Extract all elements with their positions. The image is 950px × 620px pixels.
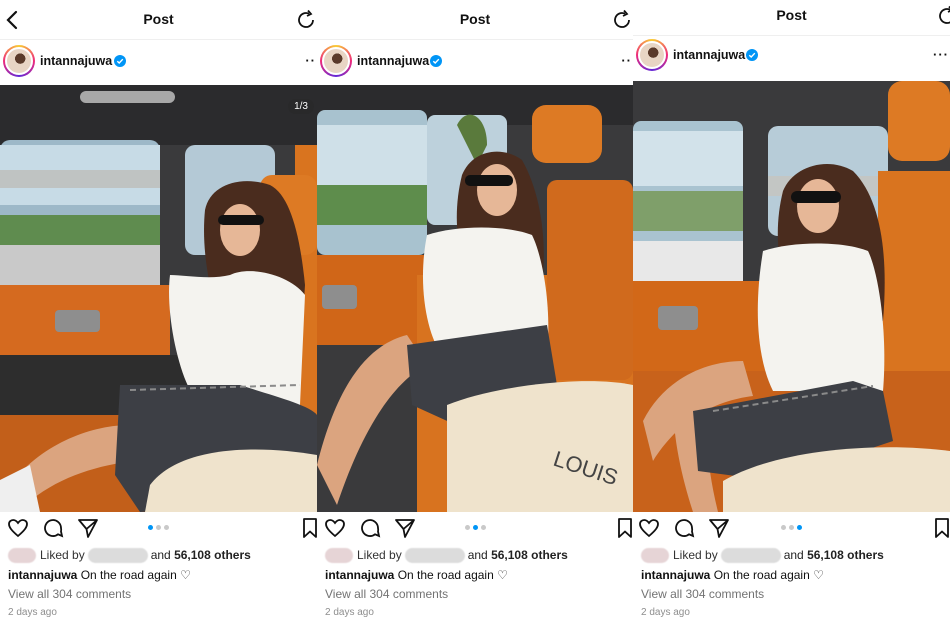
more-icon[interactable]: ·· — [621, 53, 632, 68]
blurred-avatar — [325, 548, 353, 564]
view-comments-link[interactable]: View all 304 comments — [641, 587, 764, 601]
blurred-username — [87, 548, 148, 564]
slide-counter: 1/3 — [288, 99, 314, 114]
avatar[interactable] — [636, 39, 668, 71]
caption: intannajuwa On the road again ♡ — [641, 568, 824, 582]
bookmark-icon[interactable] — [931, 517, 950, 539]
page-title: Post — [776, 7, 807, 23]
post-header: intannajuwa ··· — [633, 36, 950, 80]
carousel-dots — [633, 525, 950, 530]
carousel-dots — [317, 525, 633, 530]
likes-line[interactable]: Liked by and 56,108 others — [641, 548, 884, 564]
verified-icon — [114, 55, 126, 67]
post-panel-1: Post intannajuwa ·· 1/3 Liked by and 56,… — [0, 0, 317, 620]
refresh-icon[interactable] — [936, 5, 950, 27]
blurred-username — [720, 548, 781, 564]
caption: intannajuwa On the road again ♡ — [325, 568, 508, 582]
likes-line[interactable]: Liked by and 56,108 others — [8, 548, 251, 564]
action-bar — [633, 515, 950, 541]
top-bar: Post — [633, 0, 950, 36]
caption: intannajuwa On the road again ♡ — [8, 568, 191, 582]
avatar[interactable] — [320, 45, 352, 77]
more-icon[interactable]: ·· — [305, 53, 316, 68]
action-bar — [317, 515, 633, 541]
bookmark-icon[interactable] — [614, 517, 633, 539]
bookmark-icon[interactable] — [299, 517, 317, 539]
refresh-icon[interactable] — [295, 9, 317, 31]
blurred-avatar — [641, 548, 669, 564]
post-timestamp: 2 days ago — [325, 607, 374, 618]
blurred-username — [404, 548, 465, 564]
verified-icon — [746, 49, 758, 61]
verified-icon — [430, 55, 442, 67]
post-photo[interactable]: 1/3 — [0, 85, 317, 512]
refresh-icon[interactable] — [611, 9, 633, 31]
post-panel-2: Post intannajuwa ·· LOUIS Liked by and 5… — [317, 0, 633, 620]
post-panel-3: Post intannajuwa ··· Liked by and 56,108… — [633, 0, 950, 620]
post-header: intannajuwa ·· — [0, 40, 317, 84]
post-photo[interactable]: LOUIS — [317, 85, 633, 512]
page-title: Post — [459, 11, 491, 27]
view-comments-link[interactable]: View all 304 comments — [325, 587, 448, 601]
more-icon[interactable]: ··· — [933, 47, 949, 62]
top-bar: Post — [317, 0, 633, 40]
post-header: intannajuwa ·· — [317, 40, 633, 84]
post-timestamp: 2 days ago — [641, 607, 690, 618]
page-title: Post — [143, 11, 174, 27]
username-link[interactable]: intannajuwa — [40, 54, 112, 68]
username-link[interactable]: intannajuwa — [673, 48, 745, 62]
likes-line[interactable]: Liked by and 56,108 others — [325, 548, 568, 564]
blurred-avatar — [8, 548, 36, 564]
carousel-dots — [0, 525, 317, 530]
view-comments-link[interactable]: View all 304 comments — [8, 587, 131, 601]
post-photo[interactable] — [633, 81, 950, 512]
username-link[interactable]: intannajuwa — [357, 54, 429, 68]
action-bar — [0, 515, 317, 541]
post-timestamp: 2 days ago — [8, 607, 57, 618]
avatar[interactable] — [3, 45, 35, 77]
top-bar: Post — [0, 0, 317, 40]
